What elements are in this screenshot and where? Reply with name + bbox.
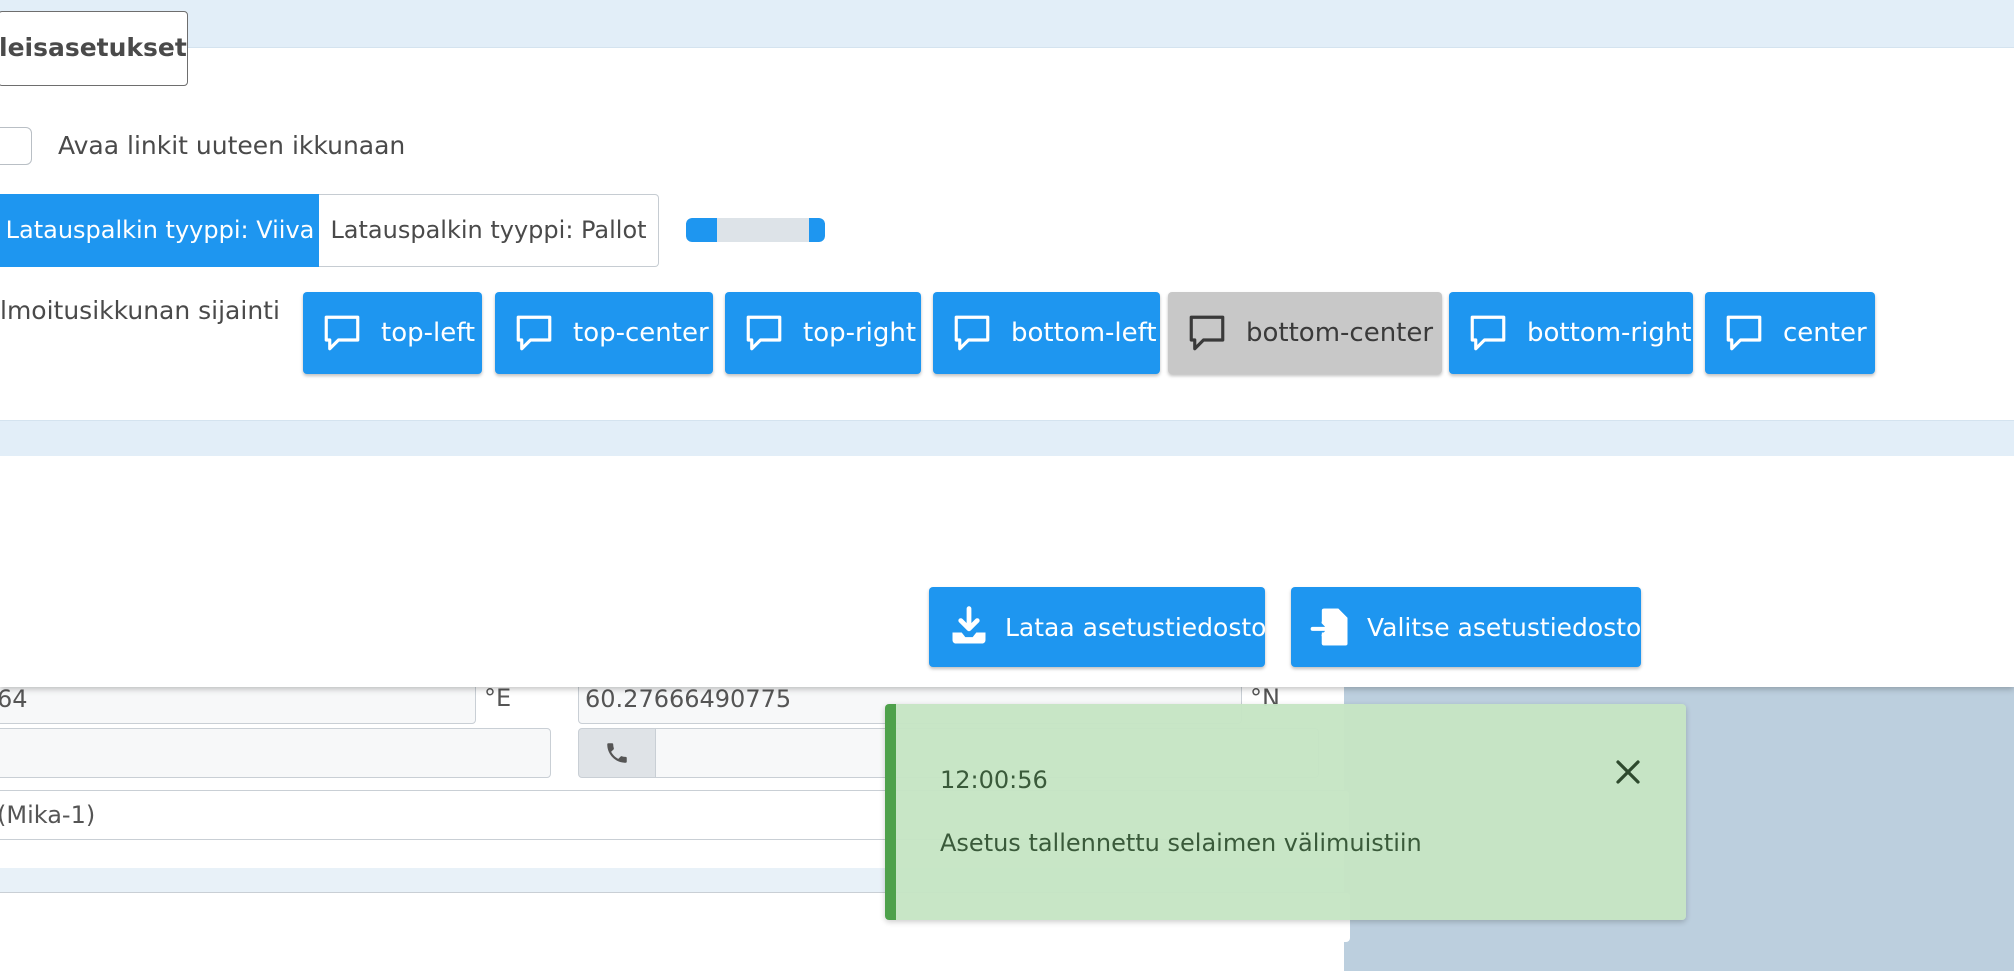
loader-type-line-button[interactable]: Latauspalkin tyyppi: Viiva — [0, 194, 320, 267]
position-label: center — [1783, 318, 1867, 348]
message-bubble-icon — [1723, 312, 1765, 354]
position-label: bottom-center — [1246, 318, 1434, 348]
open-links-label: Avaa linkit uuteen ikkunaan — [58, 131, 406, 160]
phone-icon — [607, 743, 627, 763]
position-top-center-button[interactable]: top-center — [495, 292, 713, 374]
download-settings-label: Lataa asetustiedosto — [1005, 612, 1267, 642]
position-label: top-center — [573, 318, 709, 348]
position-bottom-right-button[interactable]: bottom-right — [1449, 292, 1693, 374]
notification-close-button[interactable] — [1608, 752, 1648, 792]
download-settings-button[interactable]: Lataa asetustiedosto — [929, 587, 1267, 667]
name-field[interactable] — [0, 728, 551, 778]
position-label: top-right — [803, 318, 917, 348]
latitude-value: 60.27666490775 — [585, 685, 792, 713]
settings-panel: leisasetukset Avaa linkit uuteen ikkunaa… — [0, 0, 2014, 687]
position-center-button[interactable]: center — [1705, 292, 1875, 374]
position-bottom-left-button[interactable]: bottom-left — [933, 292, 1160, 374]
panel-section-band — [0, 420, 2014, 456]
message-bubble-icon — [321, 312, 363, 354]
position-label: bottom-left — [1011, 318, 1157, 348]
position-label: bottom-right — [1527, 318, 1692, 348]
notification-position-label: lmoitusikkunan sijainti — [0, 296, 280, 325]
owner-value: (Mika-1) — [0, 801, 96, 829]
notification-message: Asetus tallennettu selaimen välimuistiin — [940, 829, 1422, 857]
loader-type-dots-button[interactable]: Latauspalkin tyyppi: Pallot — [319, 194, 659, 267]
file-import-icon — [1309, 605, 1353, 649]
open-links-checkbox[interactable] — [0, 127, 32, 165]
download-icon — [947, 605, 991, 649]
longitude-value: 64 — [0, 685, 28, 713]
choose-settings-label: Valitse asetustiedosto — [1367, 612, 1642, 642]
position-bottom-center-button[interactable]: bottom-center — [1168, 292, 1442, 374]
message-bubble-icon — [743, 312, 785, 354]
message-bubble-icon — [1186, 312, 1228, 354]
position-top-right-button[interactable]: top-right — [725, 292, 921, 374]
message-bubble-icon — [513, 312, 555, 354]
general-settings-tab[interactable]: leisasetukset — [0, 11, 188, 86]
panel-header-band — [0, 0, 2014, 48]
choose-settings-button[interactable]: Valitse asetustiedosto — [1291, 587, 1641, 667]
loader-preview-bar — [686, 218, 825, 242]
message-bubble-icon — [951, 312, 993, 354]
longitude-unit: °E — [484, 684, 512, 712]
position-label: top-left — [381, 318, 476, 348]
success-notification: 12:00:56 Asetus tallennettu selaimen väl… — [885, 704, 1686, 920]
loader-preview-fill — [686, 218, 717, 242]
position-top-left-button[interactable]: top-left — [303, 292, 482, 374]
phone-addon — [578, 728, 656, 778]
close-icon — [1616, 760, 1640, 784]
loader-preview-end — [809, 218, 825, 242]
notification-time: 12:00:56 — [940, 766, 1048, 794]
message-bubble-icon — [1467, 312, 1509, 354]
